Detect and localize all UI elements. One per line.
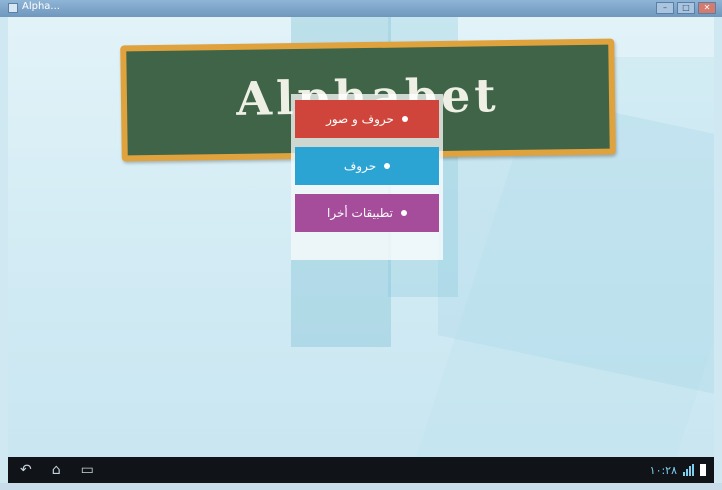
app-screen: Alphabet حروف و صور حروف تطبيقات أخرا	[8, 17, 714, 457]
recent-apps-icon[interactable]: ▭	[81, 463, 94, 477]
app-icon	[8, 3, 18, 13]
signal-icon	[683, 464, 694, 476]
bullet-icon	[401, 210, 407, 216]
bullet-icon	[384, 163, 391, 169]
back-icon[interactable]: ↶	[20, 463, 32, 477]
minimize-icon[interactable]: –	[656, 2, 674, 14]
maximize-icon[interactable]: □	[677, 2, 695, 14]
menu-item-letters[interactable]: حروف	[295, 147, 439, 185]
close-icon[interactable]: ✕	[698, 2, 716, 14]
android-navigation-bar: ↶ ⌂ ▭ ١٠:٢٨	[8, 457, 714, 483]
home-icon[interactable]: ⌂	[52, 463, 61, 477]
bullet-icon	[401, 116, 408, 122]
menu-item-other-apps[interactable]: تطبيقات أخرا	[295, 194, 439, 232]
clock: ١٠:٢٨	[649, 463, 677, 477]
window-title: Alpha...	[22, 1, 60, 12]
status-area: ١٠:٢٨	[650, 464, 706, 477]
menu-item-letters-and-pictures[interactable]: حروف و صور	[295, 100, 439, 138]
menu-item-label: حروف	[343, 159, 377, 173]
battery-icon	[700, 464, 706, 476]
menu-item-label: تطبيقات أخرا	[327, 206, 393, 220]
window-titlebar: Alpha... – □ ✕	[0, 0, 722, 17]
menu-item-label: حروف و صور	[326, 112, 394, 126]
window-bottom-frame	[0, 483, 722, 490]
main-menu: حروف و صور حروف تطبيقات أخرا	[291, 94, 443, 260]
window-controls: – □ ✕	[656, 2, 716, 14]
